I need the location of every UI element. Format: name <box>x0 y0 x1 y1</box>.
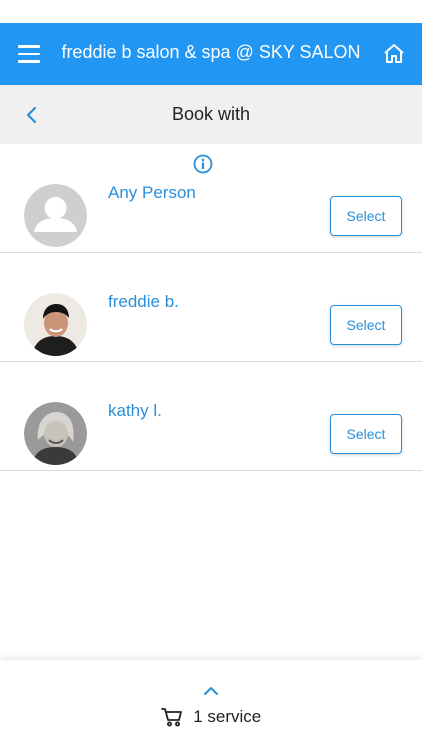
staff-name: kathy l. <box>108 401 162 420</box>
hamburger-icon[interactable] <box>18 45 40 63</box>
app-bar: freddie b salon & spa @ SKY SALON <box>0 23 422 85</box>
page-title: Book with <box>171 104 251 124</box>
staff-name: freddie b. <box>108 292 179 311</box>
status-bar-area <box>0 0 422 23</box>
info-icon[interactable] <box>193 154 213 174</box>
bottom-cart-bar: 1 service <box>0 660 422 750</box>
staff-row-freddie[interactable]: freddie b. Select <box>0 253 422 362</box>
cart-label: 1 service <box>193 707 262 726</box>
photo-avatar <box>24 402 87 465</box>
select-button[interactable]: Select <box>330 196 402 236</box>
staff-row-kathy[interactable]: kathy l. Select <box>0 362 422 471</box>
staff-list: Any Person Select freddie b. Select kath… <box>0 144 422 471</box>
photo-avatar <box>24 293 87 356</box>
chevron-up-icon[interactable] <box>202 684 220 696</box>
staff-name: Any Person <box>108 183 196 202</box>
sub-header: Book with <box>0 85 422 144</box>
app-title: freddie b salon & spa @ SKY SALON <box>61 42 361 62</box>
select-button[interactable]: Select <box>330 305 402 345</box>
placeholder-avatar <box>24 184 87 247</box>
cart-summary[interactable]: 1 service <box>0 707 422 727</box>
select-button[interactable]: Select <box>330 414 402 454</box>
cart-icon <box>160 707 183 727</box>
home-icon[interactable] <box>382 42 406 66</box>
